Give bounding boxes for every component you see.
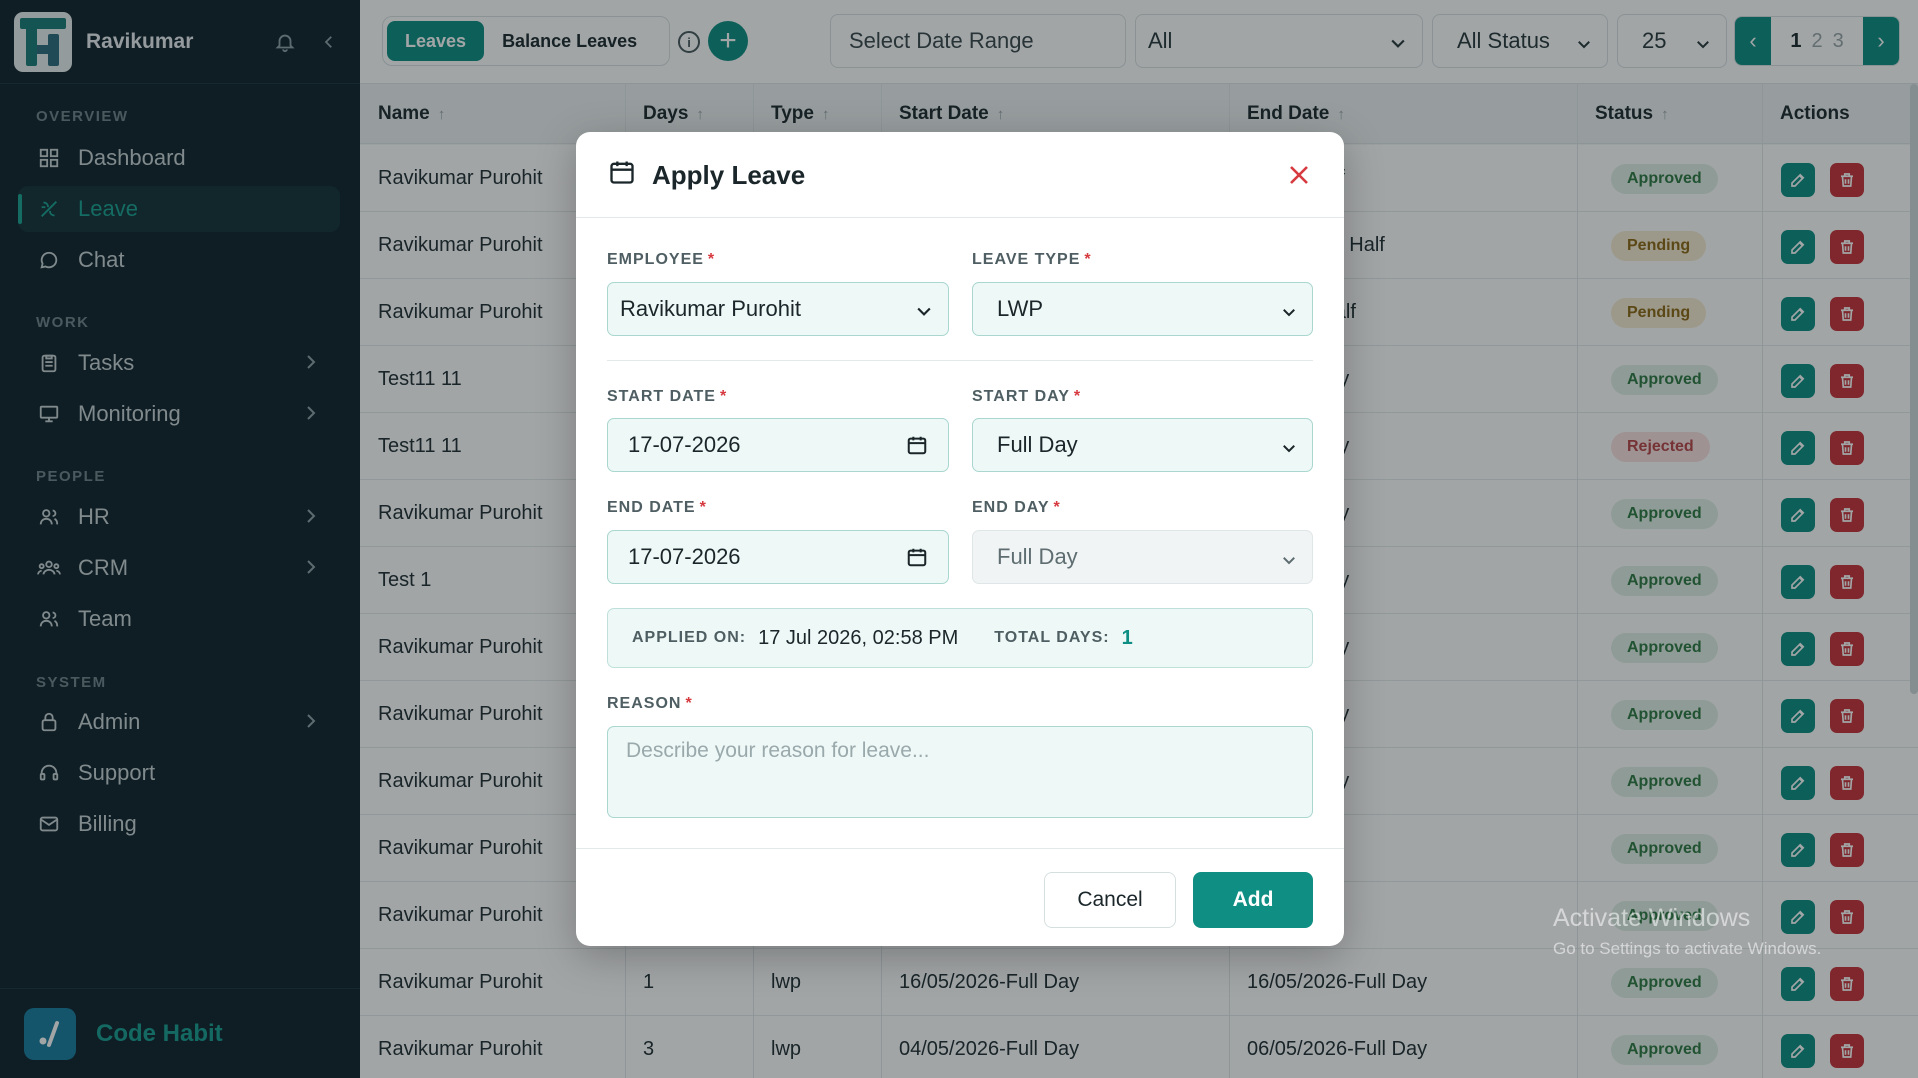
required-mark: *: [1073, 388, 1082, 405]
end-day-label: END DAY *: [972, 499, 1061, 517]
watermark-line-2: Go to Settings to activate Windows.: [1553, 939, 1822, 958]
label-text: LEAVE TYPE: [972, 251, 1081, 268]
required-mark: *: [719, 388, 728, 405]
employee-select[interactable]: Ravikumar Purohit: [607, 282, 949, 336]
required-mark: *: [1084, 251, 1092, 268]
label-text: REASON: [607, 695, 682, 712]
leave-type-value: LWP: [997, 296, 1044, 321]
start-date-value: 17-07-2026: [628, 432, 741, 457]
applied-on-label: APPLIED ON:: [632, 629, 747, 646]
leave-summary: APPLIED ON: 17 Jul 2026, 02:58 PM TOTAL …: [607, 608, 1313, 668]
end-day-select[interactable]: Full Day: [972, 530, 1313, 584]
modal-title: Apply Leave: [608, 158, 805, 193]
total-days-value: 1: [1121, 626, 1133, 649]
chevron-down-icon: [1280, 549, 1298, 575]
applied-on-value: 17 Jul 2026, 02:58 PM: [758, 626, 959, 649]
required-mark: *: [707, 251, 716, 268]
start-date-label: START DATE *: [607, 388, 727, 406]
end-day-value: Full Day: [997, 544, 1078, 569]
required-mark: *: [685, 695, 693, 712]
required-mark: *: [699, 499, 707, 516]
label-text: EMPLOYEE: [607, 251, 704, 268]
end-date-label: END DATE *: [607, 499, 707, 517]
label-text: END DAY: [972, 499, 1050, 516]
start-day-select[interactable]: Full Day: [972, 418, 1313, 472]
employee-label: EMPLOYEE *: [607, 251, 715, 269]
modal-header: Apply Leave: [576, 132, 1344, 218]
chevron-down-icon: [1280, 437, 1298, 463]
start-day-value: Full Day: [997, 432, 1078, 457]
total-days-label: TOTAL DAYS:: [994, 629, 1110, 646]
calendar-icon: [608, 158, 636, 193]
required-mark: *: [1053, 499, 1061, 516]
label-text: START DATE: [607, 388, 716, 405]
chevron-down-icon: [914, 301, 934, 327]
chevron-down-icon: [1280, 301, 1298, 327]
start-day-label: START DAY *: [972, 388, 1081, 406]
calendar-picker-icon[interactable]: [906, 546, 928, 574]
watermark-line-1: Activate Windows: [1553, 904, 1751, 932]
end-date-input[interactable]: 17-07-2026: [607, 530, 949, 584]
employee-select-value: Ravikumar Purohit: [620, 296, 801, 321]
cancel-button[interactable]: Cancel: [1044, 872, 1176, 928]
add-button[interactable]: Add: [1193, 872, 1313, 928]
reason-label: REASON *: [607, 695, 693, 713]
apply-leave-modal: Apply Leave EMPLOYEE * Ravikumar Purohit …: [576, 132, 1344, 946]
start-date-input[interactable]: 17-07-2026: [607, 418, 949, 472]
reason-textarea[interactable]: Describe your reason for leave...: [607, 726, 1313, 818]
label-text: END DATE: [607, 499, 696, 516]
calendar-picker-icon[interactable]: [906, 434, 928, 462]
windows-watermark: Activate Windows Go to Settings to activ…: [1553, 904, 1821, 959]
leave-type-label: LEAVE TYPE *: [972, 251, 1092, 269]
close-icon[interactable]: [1284, 160, 1314, 190]
label-text: START DAY: [972, 388, 1070, 405]
end-date-value: 17-07-2026: [628, 544, 741, 569]
modal-title-text: Apply Leave: [652, 160, 806, 190]
modal-footer-divider: [576, 848, 1344, 849]
form-divider: [607, 360, 1313, 361]
leave-type-select[interactable]: LWP: [972, 282, 1313, 336]
